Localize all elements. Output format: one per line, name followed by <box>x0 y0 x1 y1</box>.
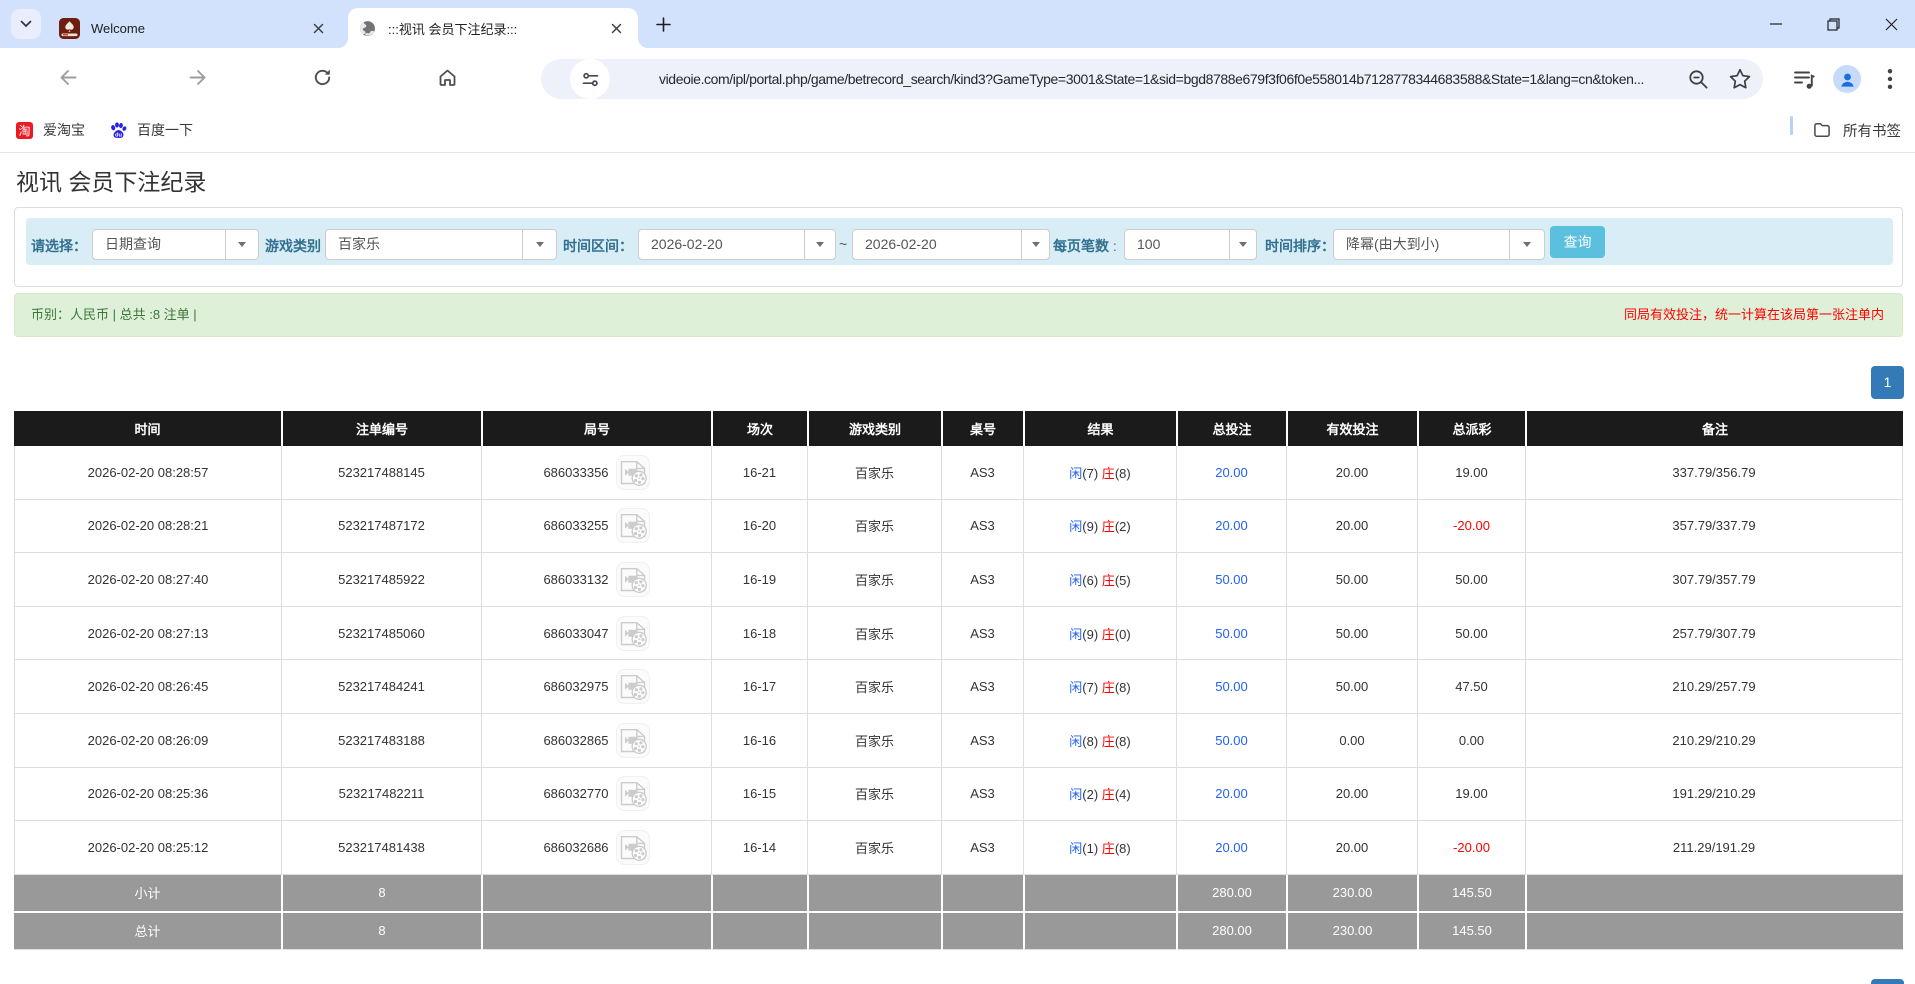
svg-text:淘: 淘 <box>18 124 30 138</box>
svg-text:du: du <box>115 132 122 138</box>
